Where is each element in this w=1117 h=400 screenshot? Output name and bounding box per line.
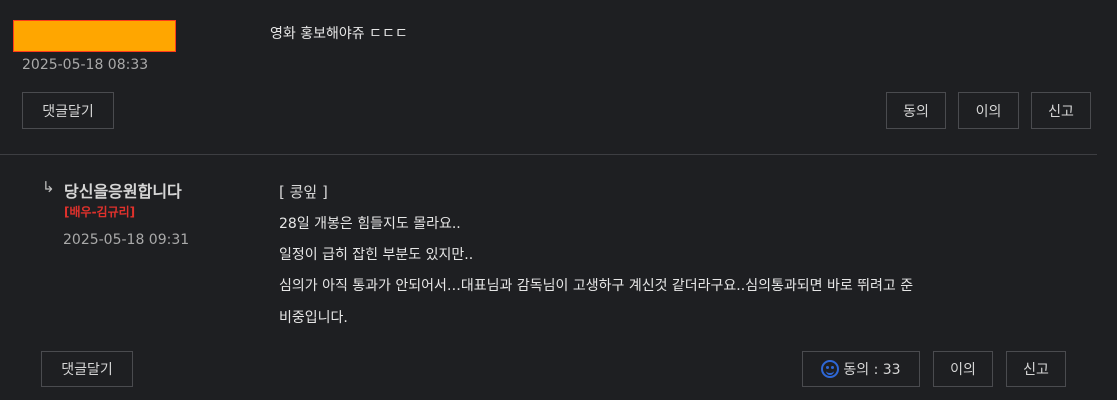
reply-reply-button[interactable]: 댓글달기 [41, 351, 133, 387]
comment-text: 영화 홍보해야쥬 ㄷㄷㄷ [270, 26, 408, 42]
reply-author-tag: [배우-김규리] [64, 205, 136, 219]
reply-date: 2025-05-18 09:31 [63, 232, 190, 248]
reply-arrow-icon: ↳ [42, 178, 55, 196]
smile-icon [821, 360, 840, 378]
reply-button[interactable]: 댓글달기 [22, 92, 114, 129]
reply-report-button[interactable]: 신고 [1006, 351, 1066, 387]
comment-divider [0, 154, 1097, 155]
reply-agree-label: 동의 : 33 [843, 362, 901, 378]
agree-button[interactable]: 동의 [886, 92, 946, 129]
reply-header: [ 콩잎 ] [279, 183, 328, 201]
reply-disagree-button[interactable]: 이의 [933, 351, 993, 387]
reply-line: 일정이 급히 잡힌 부분도 있지만.. [279, 247, 474, 263]
comment-date: 2025-05-18 08:33 [22, 57, 149, 73]
disagree-button[interactable]: 이의 [958, 92, 1019, 129]
author-name-redacted [13, 20, 176, 52]
reply-author[interactable]: 당신을응원합니다 [64, 178, 182, 202]
reply-line: 비중입니다. [279, 310, 348, 326]
reply-agree-button[interactable]: 동의 : 33 [802, 351, 920, 387]
report-button[interactable]: 신고 [1031, 92, 1091, 129]
reply-line: 심의가 아직 통과가 안되어서…대표님과 감독님이 고생하구 계신것 같더라구요… [279, 278, 914, 294]
reply-line: 28일 개봉은 힘들지도 몰라요.. [279, 216, 461, 232]
